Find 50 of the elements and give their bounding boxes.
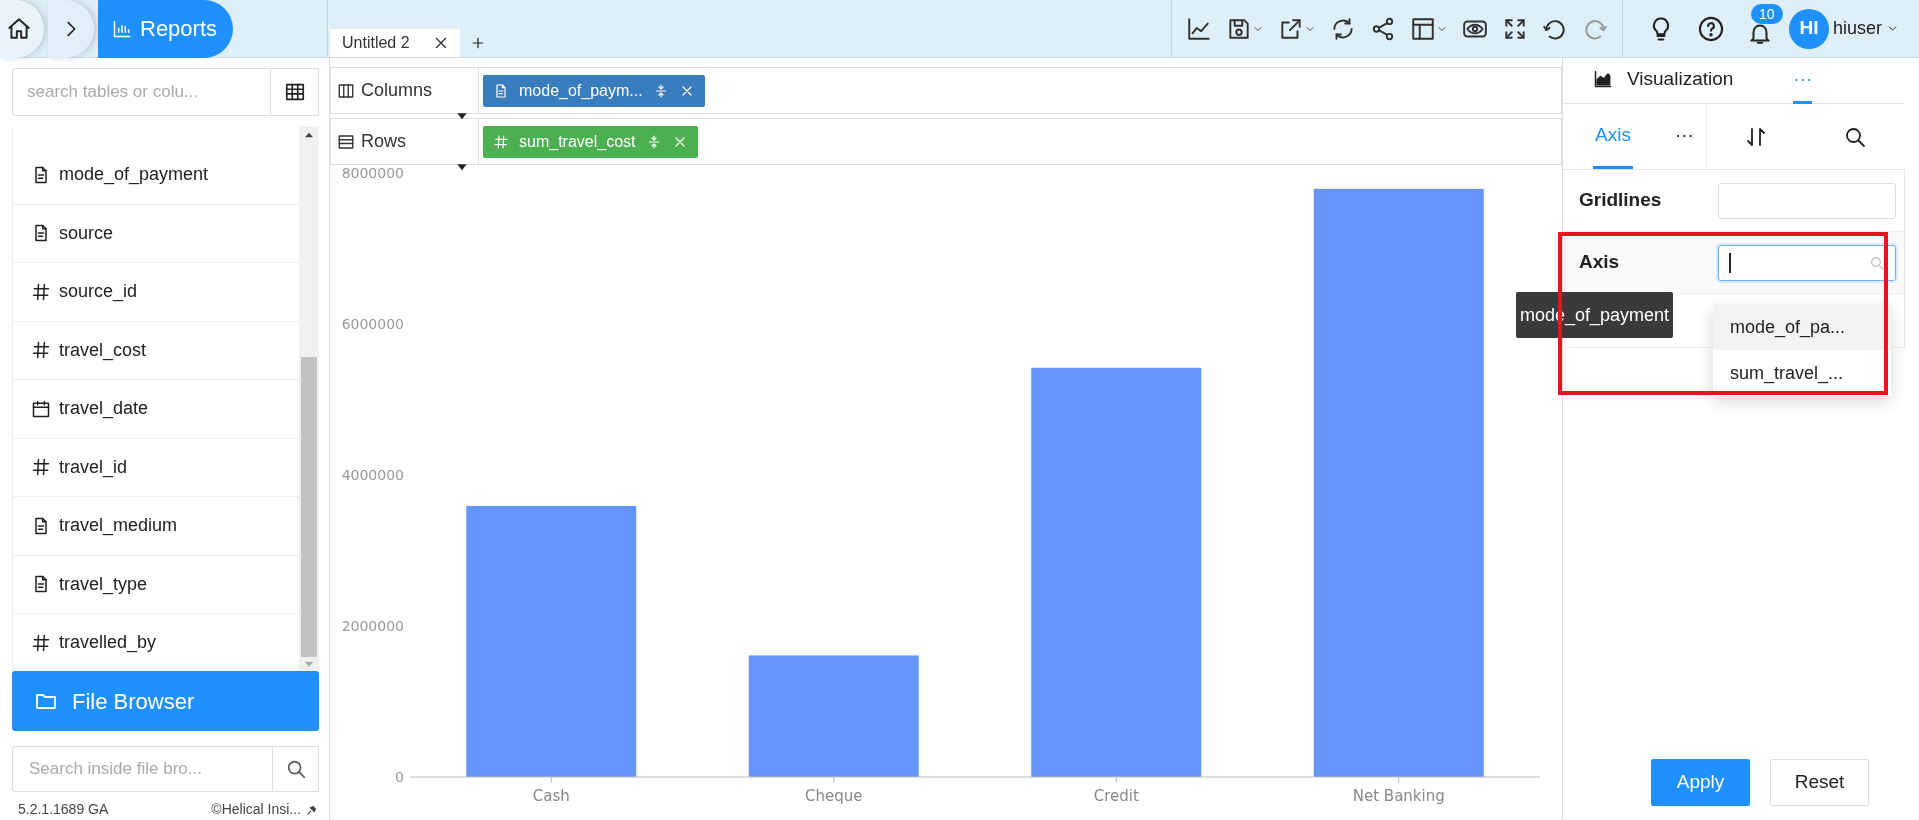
copyright-text: ©Helical Insi... <box>211 800 301 819</box>
axis-tick-label: 8000000 <box>341 165 404 181</box>
document-tab[interactable]: Untitled 2 <box>330 29 460 57</box>
search-icon <box>1869 254 1885 271</box>
table-view-button[interactable] <box>271 68 319 116</box>
shelf-label: Columns <box>331 68 479 113</box>
input-field[interactable] <box>1718 182 1896 219</box>
category-label: Cash <box>532 787 570 805</box>
area-chart-icon <box>1593 69 1613 89</box>
shelf-label: Rows <box>331 119 479 164</box>
axis-tick-label: 6000000 <box>341 316 404 332</box>
property-label: Axis <box>1579 250 1620 275</box>
bar-chart-icon <box>112 18 132 39</box>
axis-tick-label: 2000000 <box>341 618 404 634</box>
number-field-icon <box>493 133 509 150</box>
tab-title[interactable]: Untitled 2 <box>342 31 410 55</box>
number-field-icon <box>31 281 51 302</box>
reset-button[interactable]: Reset <box>1770 759 1869 806</box>
category-label: Cheque <box>805 787 863 805</box>
calendar-icon <box>31 398 51 419</box>
pill-label[interactable]: mode_of_paym... <box>519 78 643 103</box>
home-icon <box>6 15 32 42</box>
home-button[interactable] <box>0 0 44 58</box>
layout-icon[interactable] <box>1409 15 1436 42</box>
search-field[interactable] <box>1718 244 1896 281</box>
user-name[interactable]: hiuser <box>1832 15 1882 42</box>
category-label: Credit <box>1093 787 1139 805</box>
columns-icon <box>337 81 355 100</box>
axis-tab[interactable]: ··· <box>1672 104 1696 169</box>
axis-tick-label: 4000000 <box>341 467 404 483</box>
number-field-icon <box>31 340 51 361</box>
field-pill[interactable]: mode_of_paym... <box>483 74 705 107</box>
category-label: Net Banking <box>1352 787 1445 805</box>
property-label: Gridlines <box>1579 188 1662 213</box>
rows-icon <box>337 132 355 151</box>
search-field[interactable]: search tables or colu... <box>12 68 271 116</box>
help-icon[interactable] <box>1696 14 1725 43</box>
panel-tab[interactable]: Visualization <box>1593 57 1734 104</box>
number-field-icon <box>31 457 51 478</box>
scrollbar[interactable] <box>299 126 319 671</box>
dropdown-option[interactable]: mode_of_pa... <box>1713 304 1891 350</box>
notification-count-badge: 10 <box>1750 3 1783 24</box>
axis-tick-label: 0 <box>395 769 404 785</box>
version-text: 5.2.1.1689 GA <box>18 800 109 819</box>
search-button[interactable] <box>273 746 319 792</box>
number-field-icon <box>31 632 51 653</box>
text-field-icon <box>493 82 509 99</box>
table-icon <box>283 81 306 103</box>
line-chart-icon[interactable] <box>1185 15 1212 42</box>
file-search-field[interactable]: Search inside file bro... <box>12 746 273 792</box>
